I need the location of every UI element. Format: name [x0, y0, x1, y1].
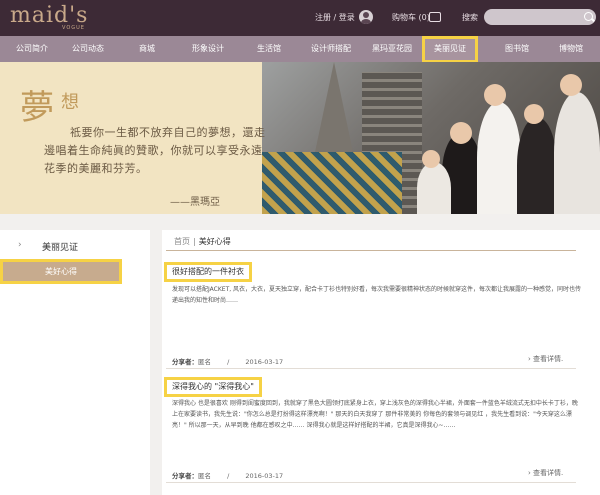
nav-item-lifestyle[interactable]: 生活馆: [246, 36, 292, 62]
top-header: maid's VOGUE 注册 / 登录 购物车 (0) 搜索: [0, 0, 600, 36]
breadcrumb-home[interactable]: 首页: [174, 237, 190, 246]
search-input[interactable]: [484, 9, 596, 25]
nav-item-image-design[interactable]: 形象设计: [182, 36, 234, 62]
nav-item-museum[interactable]: 博物馆: [548, 36, 594, 62]
article-date: 2016-03-17: [245, 472, 284, 480]
view-details-label: 查看详情.: [533, 355, 564, 363]
article-meta: 分享者：匿名 / 2016-03-17: [172, 470, 283, 480]
article-excerpt: 发现可以搭配JACKET, 风衣，大衣，夏天独立穿，配合卡丁衫也特别好看，每次我…: [172, 286, 582, 304]
search-label: 搜索: [462, 13, 478, 22]
banner-quote-line: 邊唱着生命純眞的贊歌，你就可以享受永遠: [44, 144, 263, 157]
person-face: [484, 84, 506, 106]
divider: [166, 482, 576, 483]
banner-title-dream-a: 夢: [20, 88, 54, 128]
meta-separator: /: [227, 472, 230, 480]
login-link[interactable]: 注册 / 登录: [315, 12, 355, 23]
divider: [166, 250, 576, 251]
banner-title-dream-b: 想: [61, 92, 79, 113]
view-details-link[interactable]: › 查看详情.: [528, 468, 563, 478]
main-content: 首页 | 美好心得 很好搭配的一件衬衣 发现可以搭配JACKET, 风衣，大衣，夏天…: [162, 230, 600, 495]
nav-item-mall[interactable]: 商城: [126, 36, 168, 62]
article-title[interactable]: 深得我心的 "深得我心": [164, 377, 262, 397]
person-figure: [517, 117, 557, 214]
banner-quote-line: 祗要你一生都不放弃自己的夢想，還走: [70, 126, 266, 139]
chevron-right-icon: ›: [18, 240, 22, 250]
sidebar-heading[interactable]: 美丽见证: [42, 240, 78, 253]
cart-link[interactable]: 购物车 (0): [392, 12, 430, 23]
person-figure: [554, 92, 600, 214]
view-details-link[interactable]: › 查看详情.: [528, 354, 563, 364]
hero-banner: 夢 想 祗要你一生都不放弃自己的夢想，還走 邊唱着生命純眞的贊歌，你就可以享受永…: [0, 62, 600, 214]
main-nav: 公司简介 公司动态 商城 形象设计 生活馆 设计师搭配 黑玛亚花园 美丽见证 图…: [0, 36, 600, 63]
article-date: 2016-03-17: [245, 358, 284, 366]
person-figure: [417, 162, 451, 214]
nav-item-designer[interactable]: 设计师搭配: [302, 36, 360, 62]
article-title[interactable]: 很好搭配的一件衬衣: [164, 262, 252, 282]
banner-quote-line: 花季的美麗和芬芳。: [44, 162, 148, 175]
user-icon[interactable]: [359, 10, 373, 24]
nav-item-garden[interactable]: 黑玛亚花园: [366, 36, 418, 62]
sidebar: › 美丽见证 美好心得: [0, 230, 150, 495]
author-name: 匿名: [198, 472, 211, 480]
divider: [166, 368, 576, 369]
person-figure: [477, 102, 521, 214]
meta-separator: /: [227, 358, 230, 366]
sidebar-item-good-experience[interactable]: 美好心得: [0, 259, 122, 284]
person-face: [450, 122, 472, 144]
nav-item-testimonials[interactable]: 美丽见证: [422, 36, 478, 63]
tiled-roof: [262, 152, 402, 214]
author-label: 分享者：: [172, 358, 198, 366]
search-icon[interactable]: [584, 12, 593, 21]
nav-item-library[interactable]: 图书馆: [494, 36, 540, 62]
view-details-label: 查看详情.: [533, 469, 564, 477]
person-face: [560, 74, 582, 96]
brand-logo-sub: VOGUE: [62, 25, 85, 31]
breadcrumb-separator: |: [193, 237, 196, 246]
person-face: [524, 104, 544, 124]
breadcrumb-current: 美好心得: [198, 237, 231, 246]
author-name: 匿名: [198, 358, 211, 366]
person-face: [422, 150, 440, 168]
breadcrumb: 首页 | 美好心得: [174, 236, 231, 247]
nav-item-company-intro[interactable]: 公司简介: [6, 36, 58, 62]
banner-photo: [262, 62, 600, 214]
banner-signature: ——黑瑪亞: [170, 197, 220, 208]
cart-icon[interactable]: [429, 12, 441, 22]
article-meta: 分享者：匿名 / 2016-03-17: [172, 356, 283, 366]
nav-item-company-news[interactable]: 公司动态: [60, 36, 116, 62]
article-excerpt: 深得我心 也是很喜欢 刚得到闺蜜度回到，我就穿了黑色大圆领打底紧身上衣，穿上浅灰…: [172, 400, 578, 429]
author-label: 分享者：: [172, 472, 198, 480]
